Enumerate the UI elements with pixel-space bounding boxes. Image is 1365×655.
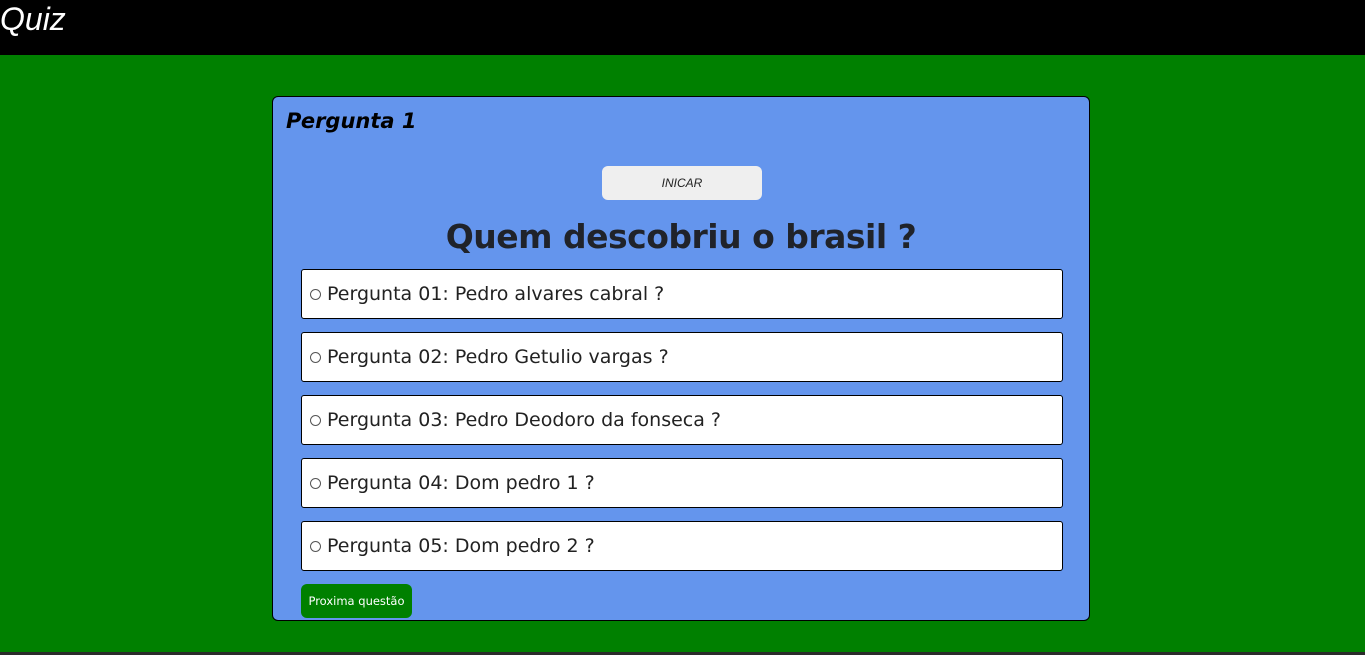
answer-option-label: Pergunta 03: Pedro Deodoro da fonseca ? [327,409,722,431]
answer-option-label: Pergunta 05: Dom pedro 2 ? [327,535,595,557]
answer-option-label: Pergunta 04: Dom pedro 1 ? [327,472,595,494]
app-title: Quiz [0,1,66,37]
radio-icon[interactable] [310,540,321,552]
answer-option-label: Pergunta 02: Pedro Getulio vargas ? [327,346,669,368]
answer-option-1[interactable]: Pergunta 01: Pedro alvares cabral ? [301,269,1063,319]
question-number: Pergunta 1 [286,109,417,133]
start-button[interactable]: INICAR [602,166,762,200]
question-text: Quem descobriu o brasil ? [445,217,917,256]
answer-options: Pergunta 01: Pedro alvares cabral ? Perg… [301,269,1063,584]
answer-option-2[interactable]: Pergunta 02: Pedro Getulio vargas ? [301,332,1063,382]
quiz-card: Pergunta 1 INICAR Quem descobriu o brasi… [272,96,1090,621]
radio-icon[interactable] [310,414,321,426]
answer-option-5[interactable]: Pergunta 05: Dom pedro 2 ? [301,521,1063,571]
next-question-button[interactable]: Proxima questão [301,584,412,618]
answer-option-3[interactable]: Pergunta 03: Pedro Deodoro da fonseca ? [301,395,1063,445]
answer-option-4[interactable]: Pergunta 04: Dom pedro 1 ? [301,458,1063,508]
answer-option-label: Pergunta 01: Pedro alvares cabral ? [327,283,665,305]
radio-icon[interactable] [310,288,321,300]
radio-icon[interactable] [310,477,321,489]
top-bar: Quiz [0,0,1365,55]
radio-icon[interactable] [310,351,321,363]
